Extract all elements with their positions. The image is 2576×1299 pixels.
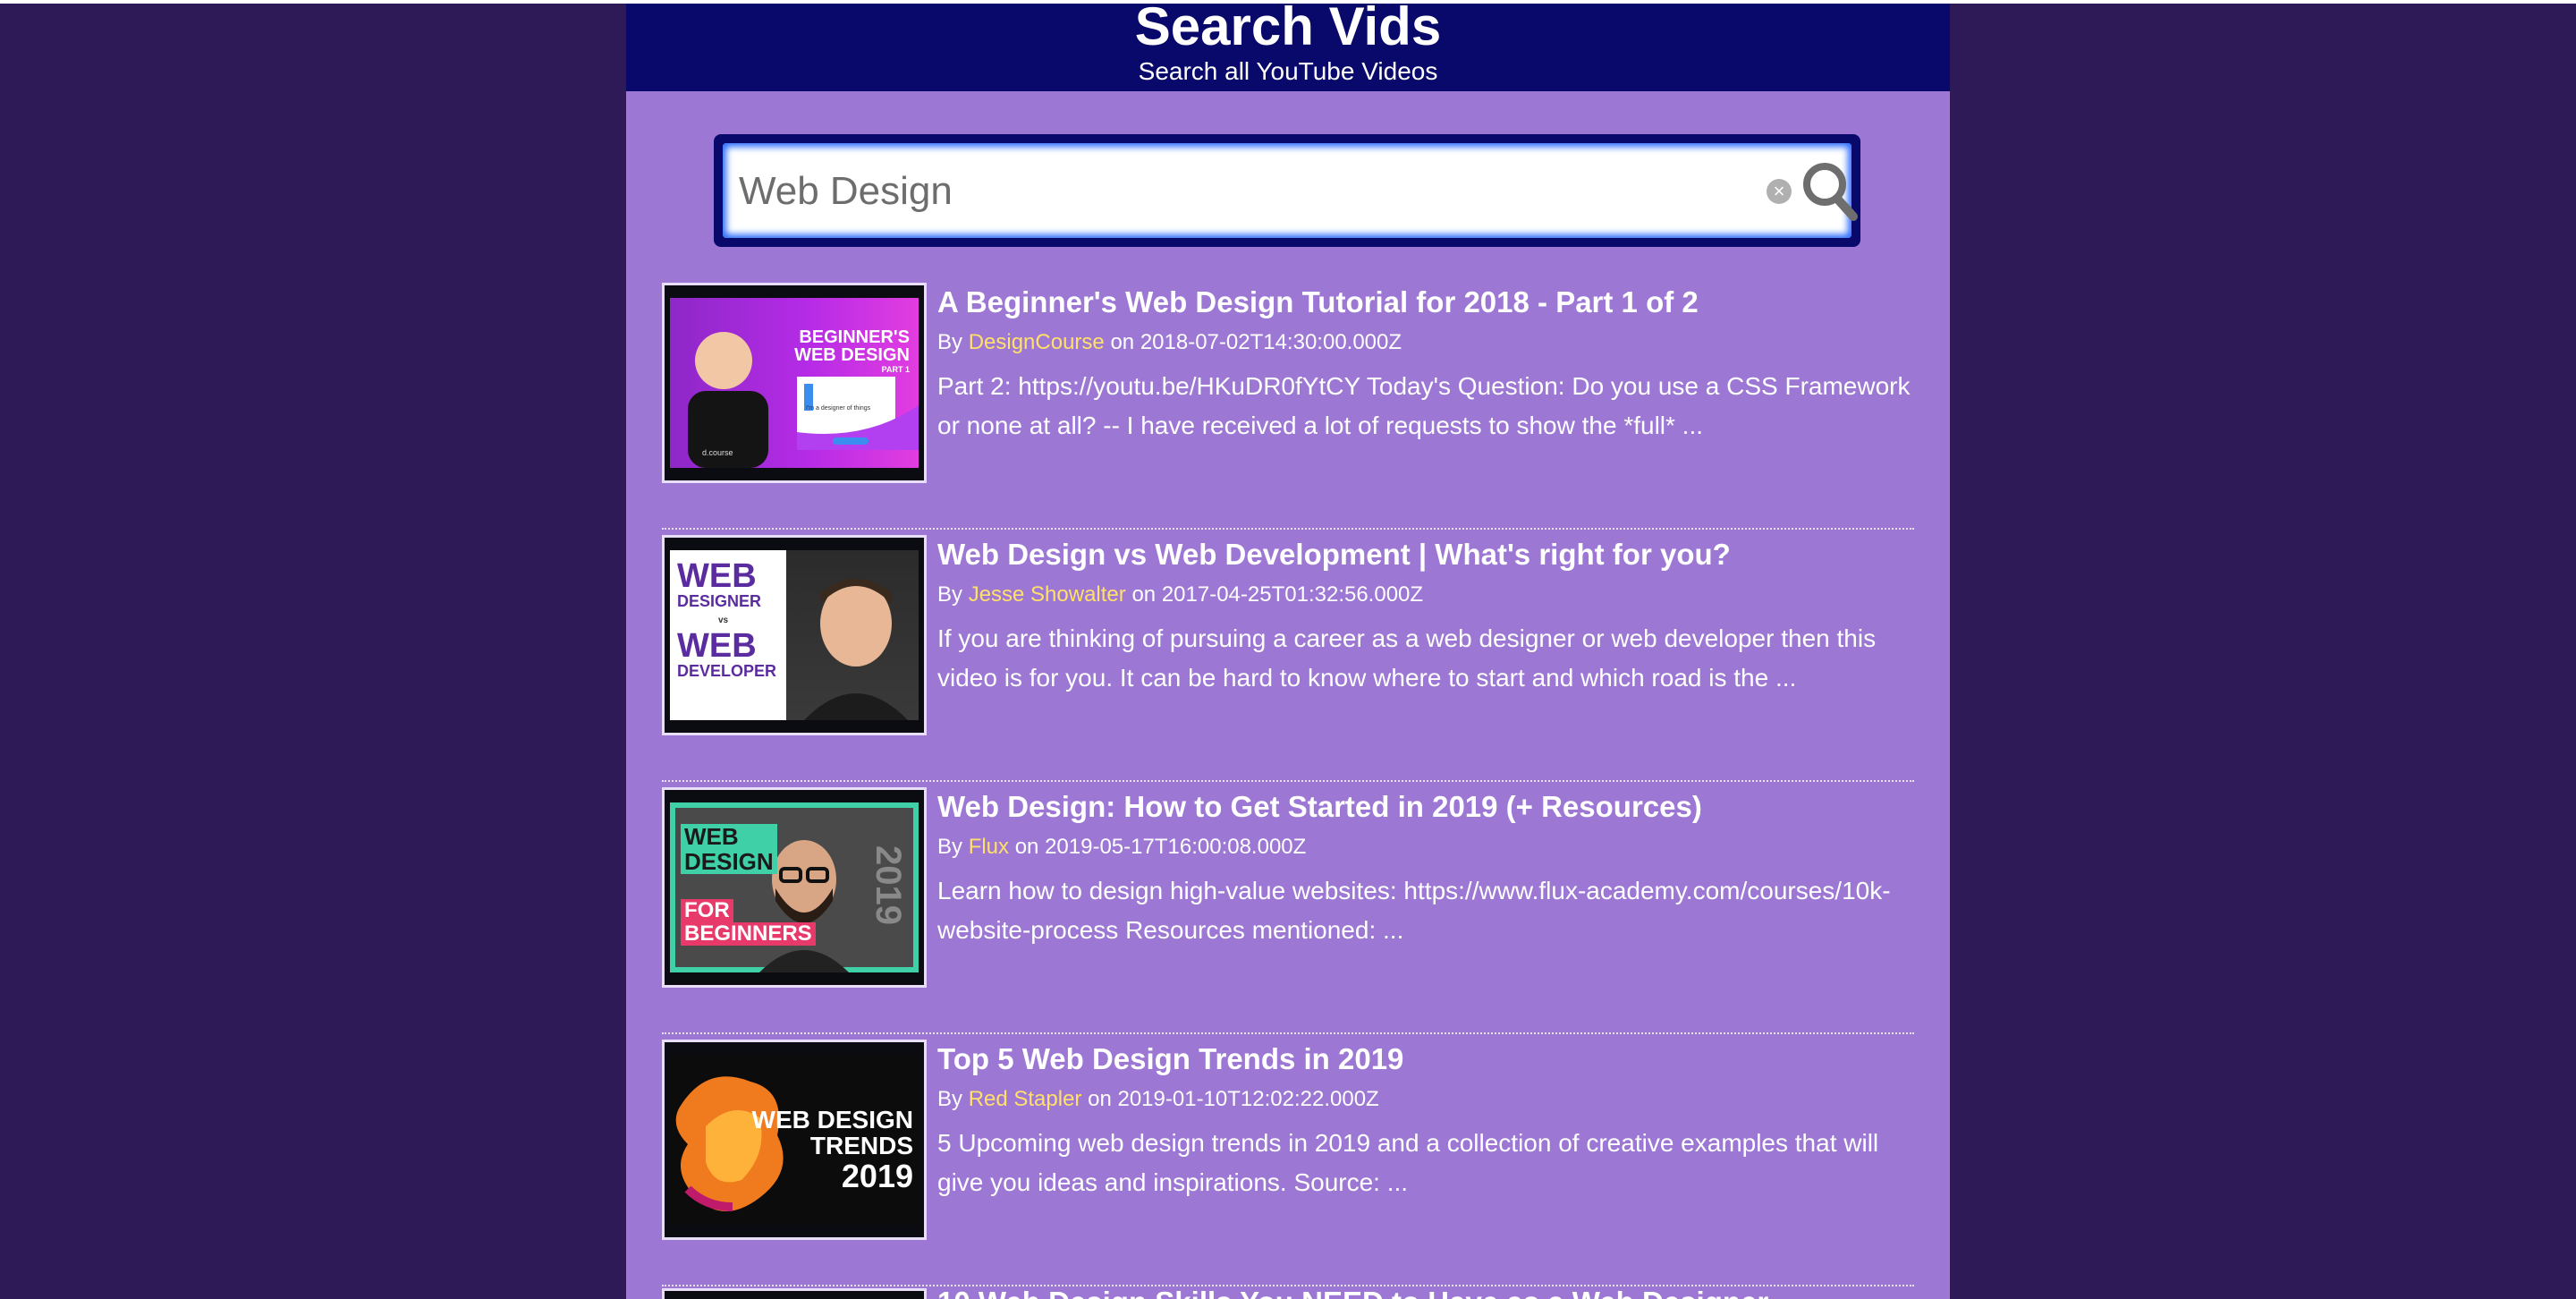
- result-meta: By Red Stapler on 2019-01-10T12:02:22.00…: [937, 1086, 1379, 1113]
- result-meta: By Flux on 2019-05-17T16:00:08.000Z: [937, 834, 1306, 861]
- thumb-text: DESIGNER: [677, 592, 762, 610]
- clear-icon[interactable]: ×: [1767, 179, 1792, 204]
- results-list: BEGINNER'S WEB DESIGN PART 1 I'm a desig…: [662, 277, 1914, 1286]
- result-description: 5 Upcoming web design trends in 2019 and…: [937, 1129, 1879, 1196]
- result-author[interactable]: Red Stapler: [969, 1087, 1082, 1111]
- thumb-text: d.course: [702, 448, 733, 457]
- result-description: If you are thinking of pursuing a career…: [937, 624, 1877, 692]
- result-item: BEGINNER'S WEB DESIGN PART 1 I'm a desig…: [662, 277, 1914, 530]
- on-label: on: [1014, 835, 1039, 859]
- result-date: 2019-05-17T16:00:08.000Z: [1045, 835, 1307, 859]
- thumb-text: FOR: [681, 899, 733, 922]
- result-meta: By DesignCourse on 2018-07-02T14:30:00.0…: [937, 329, 1402, 356]
- result-meta: By Jesse Showalter on 2017-04-25T01:32:5…: [937, 582, 1423, 608]
- by-label: By: [937, 1087, 963, 1111]
- video-thumbnail[interactable]: [662, 1288, 927, 1299]
- search-box: ×: [723, 143, 1858, 238]
- on-label: on: [1088, 1087, 1112, 1111]
- thumb-text: WEB: [677, 557, 757, 595]
- result-item: WEB DESIGN FOR BEGINNERS 2019 Web Design…: [662, 782, 1914, 1034]
- site-title: Search Vids: [1134, 4, 1442, 56]
- by-label: By: [937, 835, 963, 859]
- search-input[interactable]: [739, 163, 1705, 220]
- thumb-text: WEB: [677, 627, 757, 665]
- result-author[interactable]: Flux: [969, 835, 1009, 859]
- main-panel: Search Vids Search all YouTube Videos ×: [626, 4, 1950, 1299]
- thumb-text: DEVELOPER: [677, 662, 777, 680]
- magnifier-icon[interactable]: [1800, 159, 1859, 222]
- by-label: By: [937, 582, 963, 607]
- result-date: 2017-04-25T01:32:56.000Z: [1161, 582, 1424, 607]
- site-subtitle: Search all YouTube Videos: [1138, 57, 1438, 85]
- thumb-text: I'm a designer of things: [806, 405, 871, 412]
- thumb-text: PART 1: [881, 365, 910, 374]
- result-title[interactable]: 10 Web Design Skills You NEED to Have as…: [937, 1285, 1768, 1299]
- result-date: 2018-07-02T14:30:00.000Z: [1140, 330, 1402, 354]
- thumb-text: WEB DESIGN: [751, 1106, 913, 1133]
- thumb-text: WEB: [681, 824, 777, 849]
- on-label: on: [1110, 330, 1135, 354]
- result-date: 2019-01-10T12:02:22.000Z: [1117, 1087, 1379, 1111]
- search-bar: ×: [714, 134, 1860, 247]
- video-thumbnail[interactable]: WEB DESIGN TRENDS 2019: [662, 1040, 927, 1240]
- thumb-text: BEGINNER'S: [799, 327, 910, 347]
- result-item-partial: [662, 1285, 927, 1299]
- by-label: By: [937, 330, 963, 354]
- video-thumbnail[interactable]: BEGINNER'S WEB DESIGN PART 1 I'm a desig…: [662, 283, 927, 483]
- result-item: WEB DESIGNER vs WEB DEVELOPER Web Design…: [662, 530, 1914, 782]
- thumb-text: WEB DESIGN: [794, 345, 910, 365]
- video-thumbnail[interactable]: WEB DESIGN FOR BEGINNERS 2019: [662, 787, 927, 988]
- result-item: WEB DESIGN TRENDS 2019 Top 5 Web Design …: [662, 1034, 1914, 1286]
- result-description: Learn how to design high-value websites:…: [937, 877, 1891, 944]
- on-label: on: [1131, 582, 1157, 607]
- result-title[interactable]: Top 5 Web Design Trends in 2019: [937, 1041, 1403, 1077]
- thumb-text: vs: [718, 616, 729, 625]
- result-title[interactable]: Web Design: How to Get Started in 2019 (…: [937, 789, 1702, 825]
- thumb-text: BEGINNERS: [681, 922, 816, 946]
- thumb-text: DESIGN: [681, 849, 777, 874]
- result-description: Part 2: https://youtu.be/HKuDR0fYtCY Tod…: [937, 372, 1911, 439]
- result-author[interactable]: DesignCourse: [969, 330, 1105, 354]
- thumb-text: TRENDS: [809, 1132, 913, 1160]
- site-header: Search Vids Search all YouTube Videos: [626, 4, 1950, 91]
- result-title[interactable]: Web Design vs Web Development | What's r…: [937, 537, 1731, 573]
- thumb-text: 2019: [841, 1157, 913, 1194]
- result-author[interactable]: Jesse Showalter: [969, 582, 1126, 607]
- thumb-text: 2019: [869, 845, 909, 925]
- video-thumbnail[interactable]: WEB DESIGNER vs WEB DEVELOPER: [662, 535, 927, 735]
- result-title[interactable]: A Beginner's Web Design Tutorial for 201…: [937, 284, 1699, 320]
